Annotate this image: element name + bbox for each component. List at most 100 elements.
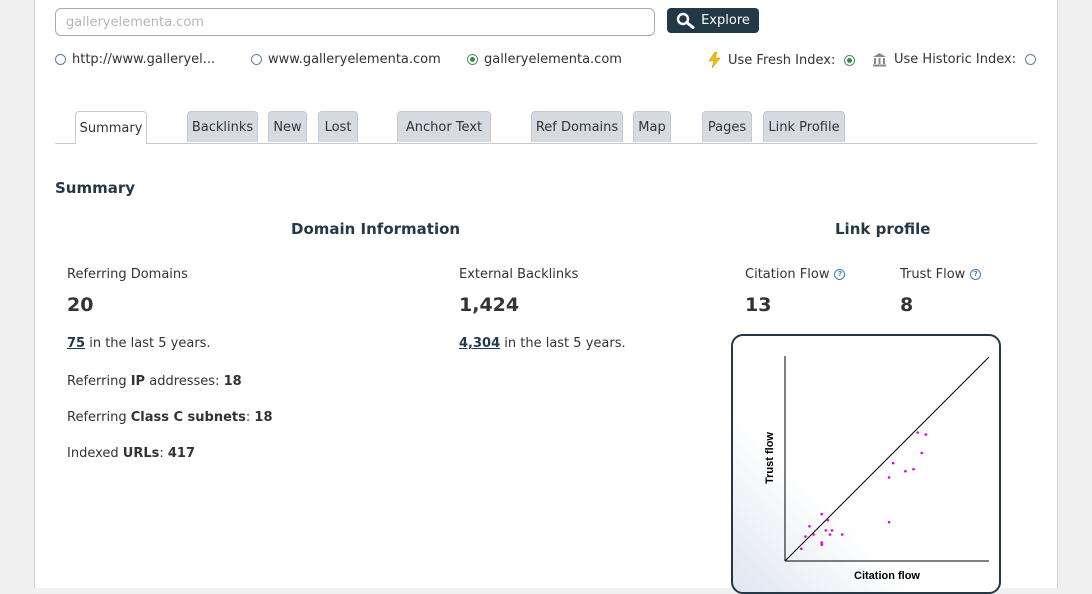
indexed-prefix: Indexed (67, 446, 123, 461)
scatter-point (804, 535, 807, 538)
scatter-point (800, 547, 803, 551)
ref-ip-value: 18 (223, 374, 242, 389)
trust-flow-label-row: Trust Flow? (900, 267, 982, 282)
ext-backlinks-history: 4,304 in the last 5 years. (459, 336, 626, 351)
scope-radio-url[interactable] (55, 54, 66, 65)
scatter-point (830, 529, 834, 532)
scatter-point (808, 525, 811, 528)
tab-new-label: New (273, 119, 302, 135)
ref-domains-value: 20 (67, 294, 94, 316)
tab-backlinks-label: Backlinks (191, 119, 254, 135)
tab-pages-label: Pages (707, 119, 747, 135)
historic-index-label: Use Historic Index: (894, 52, 1017, 67)
indexed-value: 417 (167, 446, 196, 461)
ext-backlinks-value: 1,424 (459, 294, 520, 316)
y-axis-label: Trust flow (764, 432, 776, 484)
trust-flow-label: Trust Flow (900, 267, 966, 282)
summary-heading: Summary (55, 179, 136, 197)
scatter-point (887, 520, 891, 524)
scatter-point (824, 529, 828, 532)
scatter-points (800, 431, 928, 551)
tab-anchor-text-label: Anchor Text (405, 119, 483, 135)
scope-radio-root-domain[interactable] (467, 54, 478, 65)
lightning-icon (708, 52, 721, 68)
ref-ip-suffix: addresses: (145, 374, 224, 389)
citation-flow-label: Citation Flow (745, 267, 830, 282)
historic-index-option[interactable]: Use Historic Index: (872, 52, 1037, 67)
tab-new[interactable]: New (268, 111, 307, 142)
scope-option-url[interactable]: http://www.galleryel... (55, 52, 215, 67)
scatter-point (912, 467, 915, 471)
tab-link-profile[interactable]: Link Profile (763, 111, 845, 142)
ref-domains-history-link[interactable]: 75 (67, 336, 85, 351)
ref-ip-prefix: Referring (67, 374, 131, 389)
tab-backlinks[interactable]: Backlinks (187, 111, 258, 142)
tab-map[interactable]: Map (633, 111, 671, 142)
scope-label-subdomain: www.galleryelementa.com (268, 52, 441, 67)
ext-backlinks-history-text: in the last 5 years. (500, 336, 626, 351)
indexed-suffix: : (159, 446, 168, 461)
historic-index-radio[interactable] (1025, 54, 1037, 65)
scatter-point (826, 518, 830, 522)
ref-ip-row: Referring IP addresses: 18 (67, 374, 242, 389)
tab-lost-label: Lost (324, 119, 352, 135)
tab-ref-domains[interactable]: Ref Domains (531, 111, 623, 142)
tab-map-label: Map (638, 119, 666, 135)
fresh-index-option[interactable]: Use Fresh Index: (708, 52, 856, 68)
scatter-point (820, 541, 823, 544)
x-axis-label: Citation flow (854, 570, 920, 582)
ref-domains-history: 75 in the last 5 years. (67, 336, 211, 351)
domain-info-title: Domain Information (291, 220, 461, 238)
scope-option-root-domain[interactable]: galleryelementa.com (467, 52, 622, 67)
citation-flow-value: 13 (745, 294, 772, 316)
scatter-point (904, 469, 907, 473)
fresh-index-radio[interactable] (844, 54, 856, 66)
ext-backlinks-label: External Backlinks (459, 267, 579, 282)
museum-icon (873, 53, 886, 67)
ref-ip-bold: IP (130, 374, 146, 389)
tab-summary[interactable]: Summary (75, 111, 147, 144)
tab-pages[interactable]: Pages (702, 111, 752, 142)
help-icon[interactable]: ? (834, 269, 846, 280)
indexed-bold: URLs (122, 446, 160, 461)
link-profile-title: Link profile (835, 220, 931, 238)
tab-link-profile-label: Link Profile (768, 119, 840, 135)
scatter-point (840, 533, 844, 536)
class-c-bold: Class C subnets (130, 410, 246, 425)
class-c-row: Referring Class C subnets: 18 (67, 410, 273, 425)
scatter-point (891, 461, 895, 465)
scatter-point (924, 433, 928, 436)
class-c-value: 18 (254, 410, 273, 425)
tab-lost[interactable]: Lost (318, 111, 358, 142)
explore-button[interactable]: Explore (667, 8, 759, 33)
tab-summary-label: Summary (79, 120, 143, 136)
scope-label-url: http://www.galleryel... (72, 52, 216, 67)
fresh-index-label: Use Fresh Index: (728, 52, 836, 68)
class-c-prefix: Referring (67, 410, 131, 425)
scatter-point (828, 533, 832, 536)
scatter-point (887, 476, 891, 479)
scope-option-subdomain[interactable]: www.galleryelementa.com (251, 52, 441, 67)
ext-backlinks-history-link[interactable]: 4,304 (459, 336, 500, 351)
scope-label-root-domain: galleryelementa.com (484, 52, 622, 67)
help-icon[interactable]: ? (970, 269, 982, 280)
scope-radio-subdomain[interactable] (251, 54, 262, 65)
reference-diagonal (784, 356, 990, 562)
search-icon (676, 12, 695, 29)
scatter-point (820, 512, 823, 516)
tab-bar: Summary Backlinks New Lost Anchor Text R… (55, 111, 1037, 144)
search-input[interactable] (55, 8, 655, 36)
flow-metrics-chart: Trust flow Citation flow (731, 334, 1001, 594)
explore-button-label: Explore (701, 13, 750, 28)
scatter-point (916, 431, 919, 434)
indexed-urls-row: Indexed URLs: 417 (67, 446, 195, 461)
ref-domains-history-text: in the last 5 years. (85, 336, 211, 351)
tab-anchor-text[interactable]: Anchor Text (397, 111, 491, 142)
scatter-point (920, 451, 923, 455)
trust-flow-value: 8 (900, 294, 914, 316)
flow-scatter-plot: Trust flow Citation flow (764, 356, 990, 582)
tab-ref-domains-label: Ref Domains (535, 119, 619, 135)
scatter-point (812, 533, 815, 536)
ref-domains-label: Referring Domains (67, 267, 188, 282)
citation-flow-label-row: Citation Flow? (745, 267, 846, 282)
